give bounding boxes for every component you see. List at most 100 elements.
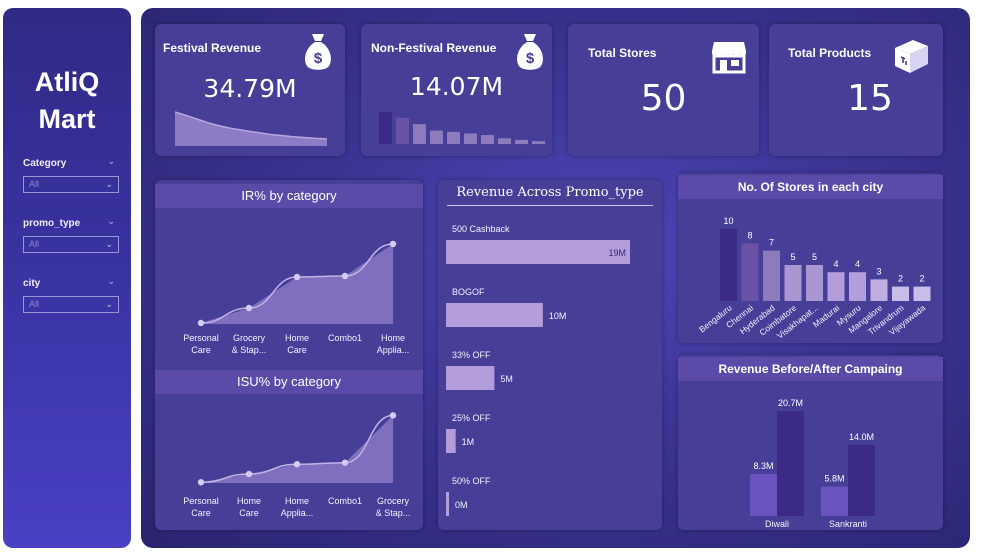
kpi-non-festival-title: Non-Festival Revenue <box>371 41 497 55</box>
promo-bar <box>446 303 543 327</box>
promo-type-dropdown[interactable]: All ⌄ <box>23 236 119 253</box>
store-icon <box>712 42 746 74</box>
city-bar <box>741 243 759 301</box>
data-label: 8.3M <box>753 461 773 471</box>
axis-tick-label: & Stap... <box>376 508 411 518</box>
campaign-bar <box>750 473 777 516</box>
revenue-promo-type-chart[interactable]: 500 Cashback 19M BOGOF 10M 33% OFF 5M 25% OFF 1… <box>438 210 662 530</box>
promo-type-dropdown-value: All <box>29 239 40 249</box>
spark-bar <box>464 133 477 144</box>
axis-tick-label: Care <box>191 345 211 355</box>
chevron-down-icon[interactable]: ⌄ <box>107 276 115 287</box>
axis-tick-label: Grocery <box>233 333 266 343</box>
data-label: 1M <box>462 437 475 447</box>
stores-city-panel: No. Of Stores in each city 10 Bengaluru 8 C… <box>678 173 943 343</box>
data-point <box>341 272 349 280</box>
city-bar <box>892 286 909 301</box>
data-point <box>197 319 205 327</box>
axis-tick-label: Home <box>285 496 309 506</box>
chevron-down-icon[interactable]: ⌄ <box>107 156 115 167</box>
promo-bar <box>446 240 630 264</box>
data-point <box>389 412 397 419</box>
city-bar <box>870 279 888 301</box>
axis-tick-label: Home <box>381 333 405 343</box>
sidebar: AtliQ Mart Category ⌄ All ⌄ promo_type ⌄ Al… <box>3 8 131 548</box>
campaign-bar <box>821 486 848 516</box>
kpi-total-products[interactable]: Total Products 15 <box>769 24 943 156</box>
data-label: 5 <box>790 252 795 262</box>
svg-text:$: $ <box>526 50 535 67</box>
dashboard-canvas: Festival Revenue $ 34.79M Non-Festival R… <box>141 8 970 548</box>
city-bar <box>827 272 845 301</box>
box-icon <box>895 40 928 73</box>
spark-bar <box>447 131 460 144</box>
axis-tick-label: Combo1 <box>328 333 362 343</box>
spark-bar <box>396 117 409 144</box>
kpi-stores-title: Total Stores <box>588 46 657 60</box>
axis-tick-label: Sankranti <box>829 519 867 529</box>
kpi-festival-title: Festival Revenue <box>163 41 262 55</box>
campaign-bar <box>848 444 875 516</box>
axis-tick-label: Applia... <box>281 508 314 518</box>
kpi-festival-revenue[interactable]: Festival Revenue $ 34.79M <box>155 24 345 156</box>
spark-bar <box>481 135 494 144</box>
data-label: 5M <box>500 374 513 384</box>
category-dropdown[interactable]: All ⌄ <box>23 176 119 193</box>
data-label: 5.8M <box>824 474 844 484</box>
data-label: 2 <box>919 274 924 284</box>
data-label: 20.7M <box>778 398 803 408</box>
data-point <box>293 461 301 468</box>
spark-bar <box>498 138 511 144</box>
brand-line-2: Mart <box>38 104 96 134</box>
city-bar <box>849 272 866 301</box>
isu-by-category-chart[interactable]: Personal Care Home Care Home Applia... Combo1 G… <box>155 395 423 530</box>
data-point <box>245 304 253 312</box>
promo-type-panel: Revenue Across Promo_type 500 Cashback 19… <box>438 180 662 530</box>
kpi-total-stores[interactable]: Total Stores 50 <box>568 24 759 156</box>
category-label: 33% OFF <box>452 350 491 360</box>
data-label: 3 <box>876 266 881 276</box>
chevron-down-icon: ⌄ <box>105 299 113 309</box>
axis-tick-label: Grocery <box>377 496 410 506</box>
chevron-down-icon: ⌄ <box>105 239 113 249</box>
data-label: 0M <box>455 500 468 510</box>
category-label: 50% OFF <box>452 476 491 486</box>
svg-text:$: $ <box>314 50 323 67</box>
festival-revenue-sparkline <box>175 111 328 146</box>
revenue-before-after-chart[interactable]: 8.3M 20.7M Diwali 5.8M 14.0M Sankranti <box>678 381 943 530</box>
ir-chart-title: IR% by category <box>155 184 423 208</box>
data-label: 8 <box>747 230 752 240</box>
ir-by-category-chart[interactable]: Personal Care Grocery & Stap... Home Care Comb… <box>155 210 423 355</box>
axis-tick-label: Care <box>239 508 259 518</box>
slicer-city: city ⌄ All ⌄ <box>23 276 119 313</box>
data-label: 4 <box>855 259 860 269</box>
slicer-city-label: city <box>23 278 41 289</box>
axis-tick-label: Care <box>287 345 307 355</box>
axis-tick-label: Personal <box>183 496 219 506</box>
promo-bar <box>446 429 456 453</box>
city-bar <box>763 250 780 301</box>
data-point <box>197 479 205 486</box>
axis-tick-label: Diwali <box>765 519 789 529</box>
stores-per-city-chart[interactable]: 10Bengaluru8Chennai7Hyderabad5Coimbatore… <box>678 199 943 343</box>
chevron-down-icon[interactable]: ⌄ <box>107 216 115 227</box>
data-label: 14.0M <box>849 432 874 442</box>
axis-tick-label: Combo1 <box>328 496 362 506</box>
chevron-down-icon: ⌄ <box>105 179 113 189</box>
kpi-festival-value: 34.79M <box>203 74 297 103</box>
spark-bar <box>515 139 528 144</box>
data-label: 2 <box>898 274 903 284</box>
before-after-panel: Revenue Before/After Campaing 8.3M 20.7M D… <box>678 355 943 530</box>
data-label: 10M <box>549 311 567 321</box>
axis-tick-label: Personal <box>183 333 219 343</box>
data-label: 10 <box>723 216 733 226</box>
city-dropdown[interactable]: All ⌄ <box>23 296 119 313</box>
campaign-chart-title: Revenue Before/After Campaing <box>678 357 943 381</box>
data-point <box>389 240 397 248</box>
data-label: 19M <box>608 248 626 258</box>
kpi-non-festival-revenue[interactable]: Non-Festival Revenue $ 14.07M <box>361 24 552 156</box>
money-bag-icon: $ <box>305 34 331 70</box>
data-label: 4 <box>833 259 838 269</box>
category-charts-panel: IR% by category Personal Care Grocery & Sta… <box>155 180 423 530</box>
promo-chart-title: Revenue Across Promo_type <box>446 181 654 206</box>
